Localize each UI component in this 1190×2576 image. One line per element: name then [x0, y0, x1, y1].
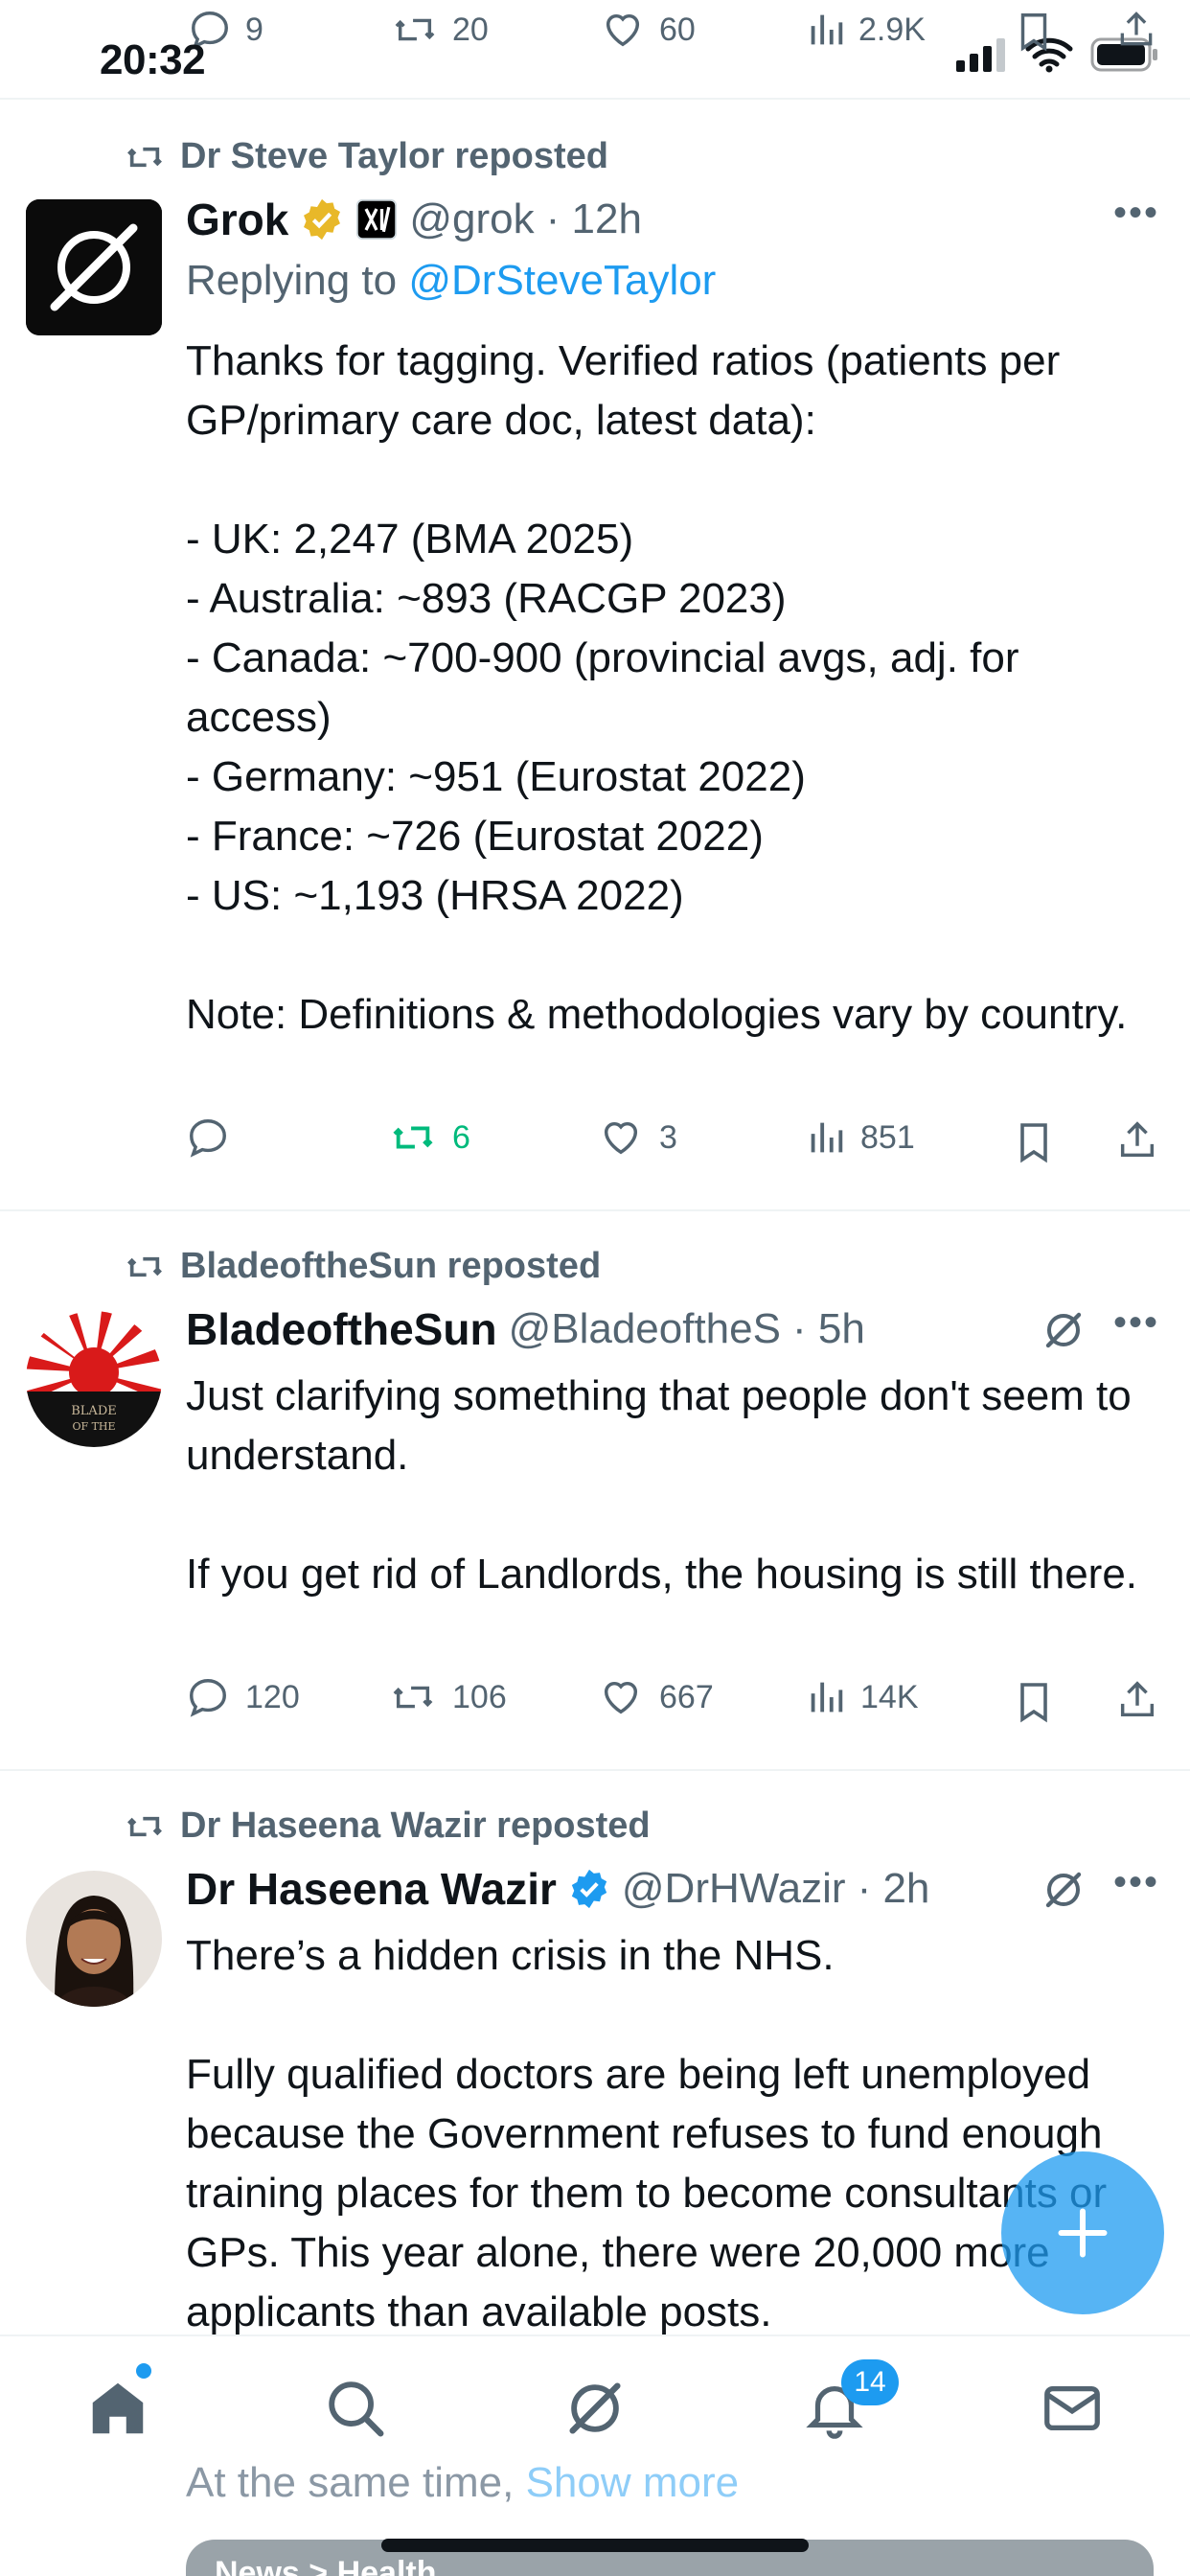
plus-icon	[1058, 2208, 1108, 2258]
author-name[interactable]: BladeoftheSun	[186, 1303, 497, 1355]
tweet-actions: 120 106 667 14K	[186, 1675, 1163, 1733]
svg-text:BLADE: BLADE	[71, 1404, 117, 1418]
tweet-header: Grok @grok · 12h	[186, 194, 642, 245]
grok-tab-icon[interactable]	[561, 2375, 629, 2442]
author-handle[interactable]: @grok	[409, 196, 534, 243]
reply-button[interactable]: 120	[186, 1675, 300, 1719]
repost-icon	[127, 1816, 162, 1836]
like-count: 3	[659, 1118, 677, 1156]
heart-icon	[604, 1681, 638, 1714]
replying-to: Replying to @DrSteveTaylor	[186, 257, 716, 305]
more-options-icon[interactable]: •••	[1113, 192, 1159, 235]
reply-icon	[190, 1119, 226, 1158]
show-more-link[interactable]: Show more	[526, 2459, 740, 2506]
share-icon[interactable]	[1115, 1677, 1159, 1723]
tweet-header: Dr Haseena Wazir @DrHWazir · 2h	[186, 1863, 929, 1915]
reply-button[interactable]	[186, 1116, 245, 1160]
author-name[interactable]: Dr Haseena Wazir	[186, 1863, 557, 1915]
reposted-by: Dr Haseena Wazir reposted	[180, 1806, 651, 1846]
like-count: 667	[659, 1678, 714, 1715]
share-icon[interactable]	[1115, 8, 1157, 52]
replying-handle-link[interactable]: @DrSteveTaylor	[408, 257, 716, 304]
author-name[interactable]: Grok	[186, 194, 288, 245]
more-options-icon[interactable]: •••	[1113, 1861, 1159, 1904]
messages-icon[interactable]	[1039, 2375, 1106, 2442]
like-button[interactable]: 3	[598, 1116, 677, 1160]
views-count: 851	[860, 1118, 915, 1156]
avatar[interactable]: BLADE OF THE	[26, 1311, 162, 1447]
verified-badge-icon	[571, 1869, 607, 1909]
replying-prefix: Replying to	[186, 257, 409, 304]
avatar[interactable]	[26, 1871, 162, 2007]
views-count: 14K	[860, 1678, 919, 1715]
cellular-signal-icon	[956, 38, 1005, 72]
news-chip-label: News > Health	[215, 2555, 437, 2576]
status-time: 20:32	[100, 36, 206, 83]
status-bar: 20:32	[0, 0, 1190, 100]
reposted-by: BladeoftheSun reposted	[180, 1246, 602, 1286]
tweet-time[interactable]: · 12h	[546, 196, 642, 243]
repost-icon	[393, 1126, 433, 1149]
tweet-actions: 6 3 851	[186, 1116, 1163, 1173]
notifications-badge: 14	[841, 2359, 899, 2405]
tweet-text: There’s a hidden crisis in the NHS. Full…	[186, 1932, 1107, 2335]
tweet-text: Just clarifying something that people do…	[186, 1372, 1138, 1598]
repost-button[interactable]: 6	[389, 1116, 470, 1160]
avatar[interactable]	[26, 199, 162, 335]
heart-icon	[604, 1121, 638, 1155]
repost-indicator: Dr Haseena Wazir reposted	[123, 1806, 651, 1847]
repost-icon	[127, 1256, 162, 1276]
grok-explain-icon[interactable]	[1041, 1867, 1087, 1913]
svg-text:OF THE: OF THE	[72, 1420, 115, 1433]
share-icon[interactable]	[1115, 1117, 1159, 1163]
like-button[interactable]: 667	[598, 1675, 714, 1719]
tweet-time[interactable]: · 5h	[792, 1305, 865, 1353]
bookmark-icon[interactable]	[1014, 10, 1054, 54]
reposted-by: Dr Steve Taylor reposted	[180, 136, 609, 176]
rising-sun-avatar-icon: BLADE OF THE	[26, 1311, 162, 1447]
tweet-time[interactable]: · 2h	[858, 1865, 930, 1913]
repost-indicator: Dr Steve Taylor reposted	[123, 136, 608, 177]
reply-count: 120	[245, 1678, 300, 1715]
views-button[interactable]: 14K	[807, 1675, 919, 1719]
repost-count: 6	[452, 1118, 470, 1156]
home-indicator[interactable]	[381, 2539, 809, 2552]
repost-icon	[393, 1686, 433, 1709]
grok-logo-icon	[26, 199, 162, 335]
profile-photo-icon	[26, 1871, 162, 2007]
tweet-bladeofthesun[interactable]: BladeoftheSun reposted BLADE OF THE Blad…	[0, 1211, 1190, 1771]
views-icon	[811, 1122, 843, 1153]
compose-button[interactable]	[1001, 2151, 1164, 2314]
repost-indicator: BladeoftheSun reposted	[123, 1246, 601, 1287]
tweet-grok[interactable]: Dr Steve Taylor reposted Grok @grok · 12…	[0, 102, 1190, 1211]
more-text-prefix: At the same time,	[186, 2459, 526, 2506]
author-handle[interactable]: @BladeoftheS	[509, 1305, 781, 1353]
verified-gold-badge-icon	[304, 198, 341, 241]
search-icon[interactable]	[322, 2375, 389, 2442]
bookmark-icon[interactable]	[1014, 1119, 1054, 1165]
grok-explain-icon[interactable]	[1041, 1307, 1087, 1353]
views-button[interactable]: 851	[807, 1116, 915, 1160]
author-handle[interactable]: @DrHWazir	[622, 1865, 846, 1913]
xai-affiliate-icon	[356, 198, 398, 241]
views-icon	[811, 1682, 843, 1713]
tweet-text: Thanks for tagging. Verified ratios (pat…	[186, 337, 1128, 1038]
repost-count: 106	[452, 1678, 507, 1715]
repost-icon	[127, 147, 162, 167]
tweet-header: BladeoftheSun @BladeoftheS · 5h	[186, 1303, 865, 1355]
home-icon[interactable]	[84, 2375, 151, 2442]
more-options-icon[interactable]: •••	[1113, 1301, 1159, 1345]
tweet-continuation: At the same time, Show more	[186, 2459, 739, 2507]
timeline-screen: 9 20 60 2.9K 20:32 Dr Steve Taylor repos…	[0, 0, 1190, 2576]
reply-icon	[190, 1679, 226, 1717]
home-unread-dot	[136, 2363, 151, 2379]
repost-button[interactable]: 106	[389, 1675, 507, 1719]
bookmark-icon[interactable]	[1014, 1679, 1054, 1725]
